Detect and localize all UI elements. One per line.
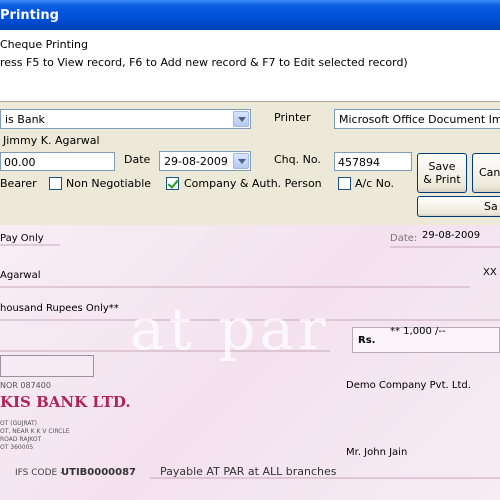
save-print-line2: & Print: [423, 173, 461, 186]
at-par-watermark: at par: [130, 295, 330, 363]
info-panel: Cheque Printing ress F5 to View record, …: [0, 30, 500, 102]
date-picker-value: 29-08-2009: [164, 155, 228, 168]
branch-address-1: OT (GUJRAT): [0, 420, 38, 427]
cheque-date-value: 29-08-2009: [422, 230, 481, 241]
printer-label: Printer: [274, 111, 311, 124]
bank-select[interactable]: is Bank: [0, 109, 251, 129]
non-negotiable-label: Non Negotiable: [66, 177, 152, 190]
amount-in-words: housand Rupees Only**: [0, 303, 119, 314]
window-title: Printing: [0, 8, 59, 23]
amount-input-value: 00.00: [4, 156, 36, 169]
date-label: Date: [124, 153, 151, 166]
pay-only-text: Pay Only: [0, 233, 44, 244]
printer-select-value: Microsoft Office Document Imag: [339, 113, 500, 126]
bearer-label: Bearer: [0, 177, 37, 190]
title-bar: Printing: [0, 0, 500, 30]
rs-label: Rs.: [358, 335, 376, 346]
chevron-down-icon[interactable]: [233, 111, 249, 127]
cheque-form: is Bank Printer Microsoft Office Documen…: [0, 103, 500, 223]
micr-line: NOR 087400: [0, 381, 51, 390]
signatory-name: Mr. John Jain: [346, 447, 408, 458]
amount-figure: ** 1,000 /--: [390, 326, 446, 337]
payable-at-par-note: Payable AT PAR at ALL branches: [160, 465, 337, 478]
payee-name: Jimmy K. Agarwal: [3, 134, 100, 147]
branch-address-2: OT, NEAR K K V CIRCLE: [0, 428, 70, 435]
save-print-button[interactable]: Save & Print: [417, 153, 467, 193]
cancel-label: Can: [479, 166, 500, 179]
bank-select-value: is Bank: [5, 113, 45, 126]
company-auth-label: Company & Auth. Person: [184, 177, 322, 190]
printer-select[interactable]: Microsoft Office Document Imag: [334, 109, 500, 129]
cheque-corner-mark: XX: [483, 267, 497, 278]
branch-address-4: OT 360005: [0, 444, 34, 451]
bank-name-logo: KIS BANK LTD.: [0, 393, 131, 411]
branch-address-3: ROAD RAJKOT: [0, 436, 42, 443]
info-heading: Cheque Printing: [0, 38, 88, 51]
save-label: Sa: [484, 200, 498, 213]
account-number-box: [0, 355, 94, 377]
amount-input[interactable]: 00.00: [0, 152, 115, 171]
date-picker[interactable]: 29-08-2009: [159, 151, 251, 171]
cheque-payee: Agarwal: [0, 270, 41, 281]
ifs-code-value: UTIB0000087: [61, 467, 136, 478]
company-auth-checkbox[interactable]: [166, 177, 179, 190]
save-print-line1: Save: [428, 160, 456, 173]
chq-no-label: Chq. No.: [274, 153, 321, 166]
calendar-dropdown-icon[interactable]: [233, 153, 249, 169]
company-name: Demo Company Pvt. Ltd.: [346, 380, 471, 391]
save-button[interactable]: Sa: [417, 196, 500, 217]
chq-no-input[interactable]: 457894: [334, 152, 412, 171]
cheque-date-label: Date:: [390, 233, 418, 244]
cheque-preview: at par Pay Only Date: 29-08-2009 Agarwal…: [0, 225, 500, 500]
cancel-button[interactable]: Can: [472, 153, 500, 193]
non-negotiable-checkbox[interactable]: [49, 177, 62, 190]
ac-no-label: A/c No.: [355, 177, 395, 190]
info-hint: ress F5 to View record, F6 to Add new re…: [0, 56, 408, 69]
chq-no-value: 457894: [338, 156, 380, 169]
ifs-code-label: IFS CODE -: [15, 468, 64, 478]
ac-no-checkbox[interactable]: [338, 177, 351, 190]
